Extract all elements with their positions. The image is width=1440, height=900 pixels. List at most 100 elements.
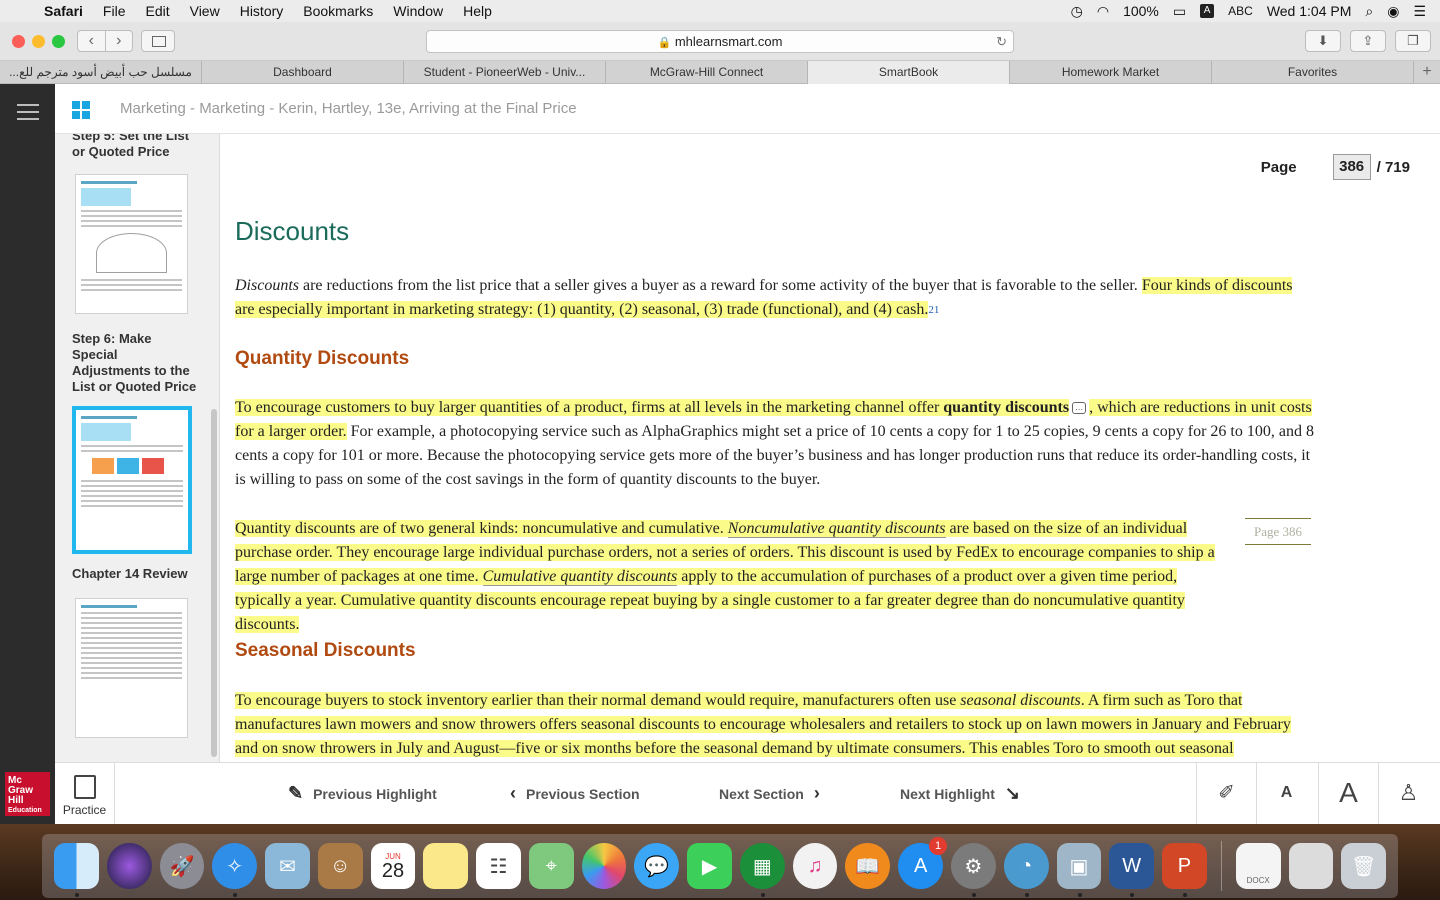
page-marker: Page 386: [1245, 518, 1311, 545]
app-store-icon[interactable]: A1: [898, 837, 948, 889]
term-cumulative[interactable]: Cumulative quantity discounts: [482, 568, 678, 586]
input-source-icon[interactable]: A: [1200, 4, 1215, 18]
wifi-icon[interactable]: ◠: [1097, 3, 1109, 20]
previous-section-label: Previous Section: [526, 785, 640, 802]
battery-icon[interactable]: ▭: [1173, 3, 1186, 20]
messages-icon[interactable]: 💬: [634, 843, 680, 889]
docx-file-icon[interactable]: DOCX: [1235, 843, 1281, 889]
highlight-quantity-kinds[interactable]: Quantity discounts are of two general ki…: [235, 520, 1215, 633]
note-icon[interactable]: …: [1072, 402, 1087, 415]
reminders-icon[interactable]: ☷: [476, 843, 521, 889]
menu-edit[interactable]: Edit: [135, 3, 179, 19]
section-label-review[interactable]: Chapter 14 Review: [72, 566, 188, 582]
page-thumbnail-panel: Step 5: Set the List or Quoted Price Ste…: [55, 134, 220, 762]
term-seasonal-discounts[interactable]: seasonal discounts: [960, 692, 1080, 709]
facetime-icon[interactable]: ▶: [687, 843, 732, 889]
page-number-input[interactable]: 386: [1332, 154, 1371, 180]
notes-icon[interactable]: [423, 843, 469, 889]
hide-highlights-button[interactable]: ✐: [1196, 763, 1256, 824]
sidebar-toggle-button[interactable]: [141, 30, 175, 52]
photos-icon[interactable]: [581, 843, 627, 889]
next-section-button[interactable]: Next Section ›: [719, 783, 820, 804]
preview-icon[interactable]: ▣: [1056, 843, 1102, 897]
menu-app-name[interactable]: Safari: [34, 3, 93, 19]
safari-icon[interactable]: ✧: [212, 843, 258, 897]
itunes-icon[interactable]: ♫: [792, 843, 838, 889]
powerpoint-icon[interactable]: P: [1162, 843, 1207, 897]
reading-pane: Page 386 / 719 Discounts Discounts are r…: [220, 134, 1440, 762]
thumbnail-scrollbar[interactable]: [211, 409, 217, 757]
practice-button[interactable]: Practice: [55, 763, 115, 824]
hamburger-menu-icon[interactable]: [17, 104, 39, 120]
notification-center-icon[interactable]: ☰: [1413, 3, 1426, 20]
menu-help[interactable]: Help: [453, 3, 502, 19]
keynote-icon[interactable]: ▦: [739, 843, 785, 897]
tab-smartbook[interactable]: SmartBook: [808, 61, 1010, 84]
network-app-icon[interactable]: ◔: [1003, 843, 1049, 897]
left-rail: Mc Graw Hill Education: [0, 84, 55, 824]
trash-icon[interactable]: 🗑: [1341, 843, 1387, 889]
font-larger-button[interactable]: A: [1318, 763, 1378, 824]
reload-icon[interactable]: ↻: [996, 31, 1007, 52]
address-bar[interactable]: 🔒 mhlearnsmart.com ↻: [426, 30, 1014, 53]
menu-bookmarks[interactable]: Bookmarks: [293, 3, 383, 19]
share-button[interactable]: ⇪: [1350, 30, 1386, 52]
tab-favorites[interactable]: Favorites: [1212, 61, 1414, 84]
mcgraw-hill-logo: Mc Graw Hill Education: [5, 772, 50, 816]
keyterm-quantity-discounts[interactable]: quantity discounts: [943, 399, 1070, 416]
page-thumbnail[interactable]: [75, 598, 188, 738]
system-preferences-icon[interactable]: ⚙: [951, 843, 996, 897]
contacts-icon[interactable]: ☺: [317, 843, 363, 889]
books-icon[interactable]: 📖: [845, 843, 891, 889]
tab-mcgraw-hill-connect[interactable]: McGraw-Hill Connect: [606, 61, 808, 84]
clock[interactable]: Wed 1:04 PM: [1267, 3, 1352, 19]
highlight-seasonal[interactable]: To encourage buyers to stock inventory e…: [235, 692, 1291, 757]
input-source-label[interactable]: ABC: [1228, 4, 1253, 18]
accessibility-button[interactable]: ♙: [1378, 763, 1438, 824]
word-icon[interactable]: W: [1109, 843, 1155, 897]
mail-icon[interactable]: ✉: [265, 843, 310, 889]
apps-grid-icon[interactable]: [72, 101, 90, 119]
minimize-window-button[interactable]: [32, 35, 45, 48]
page-thumbnail[interactable]: [75, 174, 188, 314]
battery-percent[interactable]: 100%: [1123, 3, 1159, 19]
close-window-button[interactable]: [12, 35, 25, 48]
new-tab-button[interactable]: +: [1414, 61, 1440, 83]
highlight-quantity-a[interactable]: To encourage customers to buy larger qua…: [235, 399, 944, 416]
back-button[interactable]: ‹: [78, 31, 106, 51]
tab-overview-button[interactable]: ❐: [1395, 30, 1431, 52]
quantity-example-text: For example, a photocopying service such…: [235, 423, 1314, 488]
finder-icon[interactable]: [54, 843, 99, 897]
section-label-step5[interactable]: Step 5: Set the List or Quoted Price: [72, 134, 202, 160]
forward-button[interactable]: ›: [106, 31, 133, 51]
menu-file[interactable]: File: [93, 3, 136, 19]
time-machine-icon[interactable]: ◷: [1071, 3, 1083, 20]
font-smaller-button[interactable]: A: [1256, 763, 1316, 824]
maps-icon[interactable]: ⌖: [528, 843, 574, 889]
page-thumbnail-current[interactable]: [72, 406, 192, 554]
calendar-icon[interactable]: JUN 28: [370, 843, 416, 889]
siri-icon[interactable]: [106, 843, 152, 889]
tab-dashboard[interactable]: Dashboard: [202, 61, 404, 84]
share-icon: ⇪: [1362, 33, 1374, 48]
menu-view[interactable]: View: [180, 3, 230, 19]
section-label-step6[interactable]: Step 6: Make Special Adjustments to the …: [72, 331, 197, 395]
page-navigator: Page 386 / 719: [1261, 154, 1410, 180]
previous-section-button[interactable]: ‹ Previous Section: [510, 783, 640, 804]
previous-highlight-button[interactable]: ✎ Previous Highlight: [288, 783, 437, 804]
tab-pioneerweb[interactable]: Student - PioneerWeb - Univ...: [404, 61, 606, 84]
siri-icon[interactable]: ◉: [1387, 3, 1399, 20]
downloads-stack-icon[interactable]: [1288, 843, 1334, 889]
footnote-ref[interactable]: 21: [928, 304, 939, 316]
tab-homework-market[interactable]: Homework Market: [1010, 61, 1212, 84]
tab-arabic-series[interactable]: مسلسل حب أبيض أسود مترجم للع...: [0, 61, 202, 84]
calendar-day: 28: [381, 859, 405, 882]
menu-history[interactable]: History: [230, 3, 294, 19]
next-highlight-button[interactable]: Next Highlight ↘: [900, 783, 1020, 804]
fullscreen-window-button[interactable]: [52, 35, 65, 48]
menu-window[interactable]: Window: [383, 3, 453, 19]
launchpad-icon[interactable]: 🚀: [159, 843, 205, 889]
spotlight-icon[interactable]: ⌕: [1365, 3, 1373, 20]
downloads-button[interactable]: ⬇: [1305, 30, 1341, 52]
term-noncumulative[interactable]: Noncumulative quantity discounts: [727, 520, 946, 538]
